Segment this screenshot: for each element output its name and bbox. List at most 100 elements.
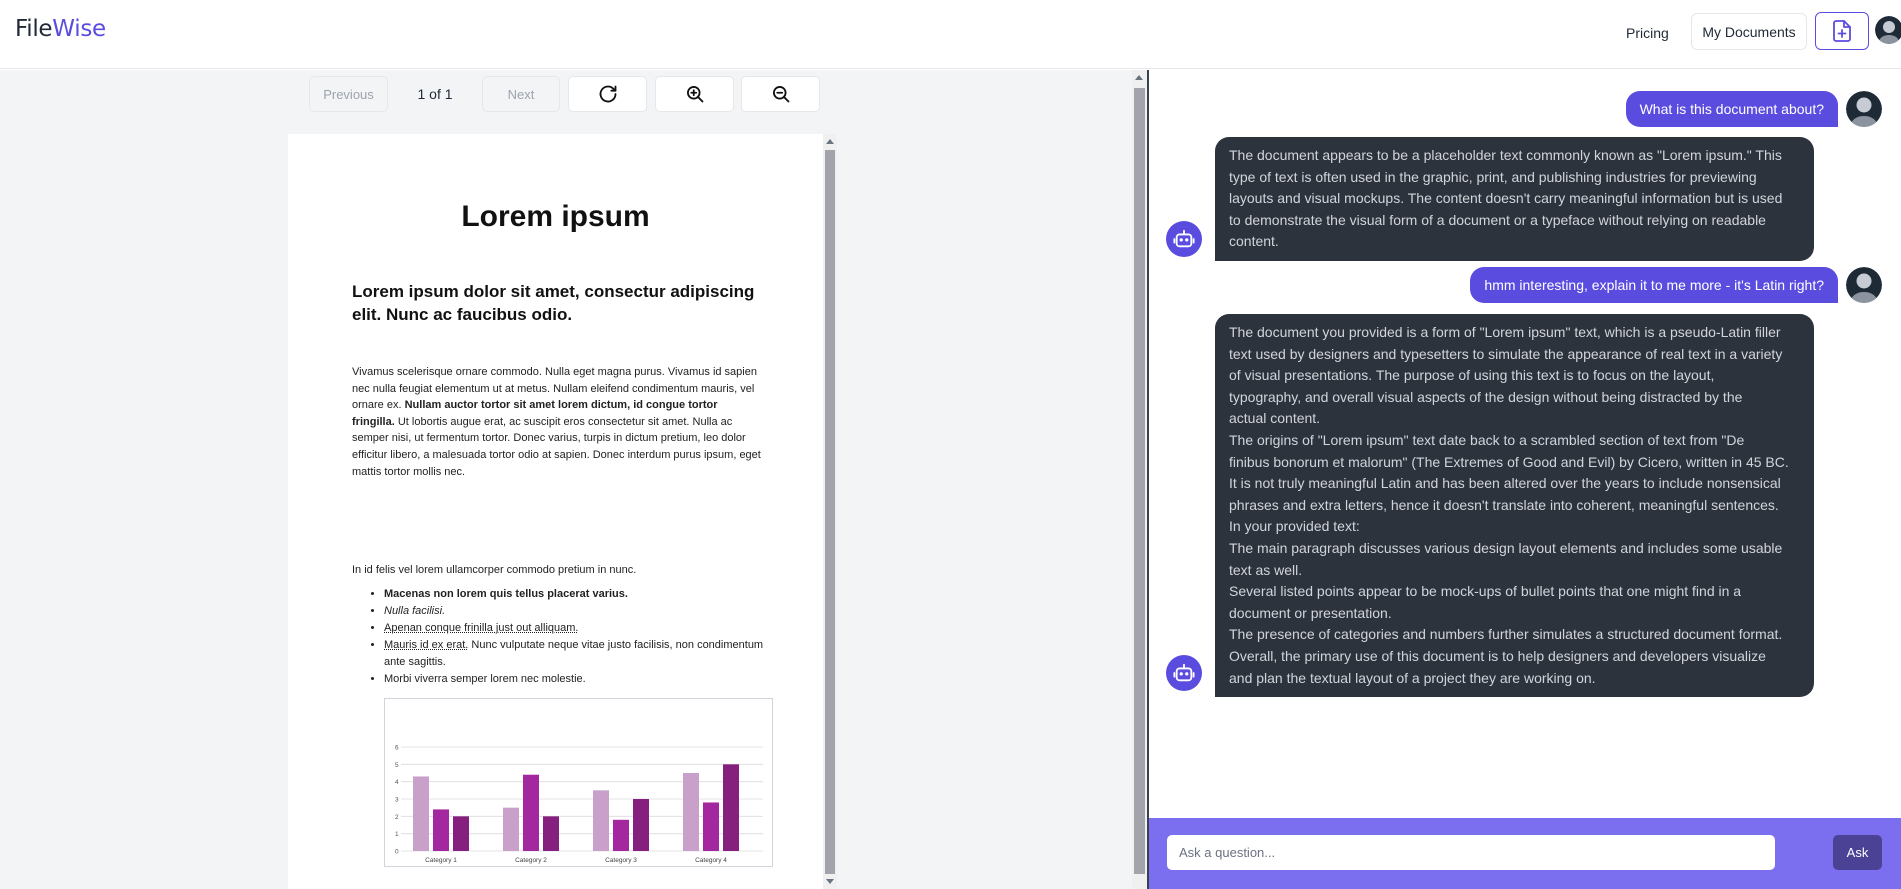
file-plus-icon xyxy=(1833,20,1851,42)
logo-text-file: File xyxy=(15,16,53,42)
chart-bar xyxy=(723,764,739,851)
document-viewer: Previous 1 of 1 Next Lorem ipsum Lorem i… xyxy=(0,70,1147,889)
bot-message-line: It is not truly meaningful Latin and has… xyxy=(1229,475,1781,492)
zoom-in-button[interactable] xyxy=(655,76,734,112)
list-item: Apenan conque frinilla just out alliquam… xyxy=(384,620,764,637)
chart-bar xyxy=(633,799,649,851)
chart-bar xyxy=(613,819,629,851)
list-item-text: Nulla facilisi. xyxy=(384,605,446,617)
chart-x-tick-label: Category 1 xyxy=(425,857,457,864)
scroll-up-arrow-icon[interactable] xyxy=(1135,75,1143,80)
bot-message-line: document or presentation. xyxy=(1229,604,1392,621)
chart-x-tick-label: Category 3 xyxy=(605,857,637,864)
bot-message-line: Overall, the primary use of this documen… xyxy=(1229,647,1766,664)
viewer-scrollbar[interactable] xyxy=(1132,70,1147,889)
list-item-text: Mauris id ex erat. xyxy=(384,639,469,651)
bot-message-line: type of text is often used in the graphi… xyxy=(1229,168,1757,185)
list-item-text: Morbi viverra semper lorem nec molestie. xyxy=(384,673,586,685)
refresh-button[interactable] xyxy=(568,76,647,112)
bot-message-line: The origins of "Lorem ipsum" text date b… xyxy=(1229,431,1745,448)
document-paragraph: Vivamus scelerisque ornare commodo. Null… xyxy=(352,364,762,480)
chart-bar xyxy=(503,807,519,851)
bar-chart: 0 1 2 3 4 5 6 Category 1 Category 2 Category 3 Cat… xyxy=(384,698,773,867)
bot-message: The document appears to be a placeholder… xyxy=(1215,137,1814,261)
ask-button[interactable]: Ask xyxy=(1833,835,1882,870)
document-subtitle: Lorem ipsum dolor sit amet, consectur ad… xyxy=(352,282,755,324)
paragraph-text: Ut lobortis augue erat, ac suscipit eros… xyxy=(352,415,761,478)
chart-y-tick-label: 2 xyxy=(395,814,399,821)
document-line: In id felis vel lorem ullamcorper commod… xyxy=(352,564,637,576)
user-message: hmm interesting, explain it to me more -… xyxy=(1470,267,1838,303)
previous-page-button[interactable]: Previous xyxy=(309,76,388,112)
document-title: Lorem ipsum xyxy=(461,200,650,233)
bot-message-line: layouts and visual mockups. The content … xyxy=(1229,190,1783,207)
chart-y-tick-label: 3 xyxy=(395,797,399,804)
list-item: Nulla facilisi. xyxy=(384,603,764,620)
bot-message-line: finibus bonorum et malorum" (The Extreme… xyxy=(1229,453,1789,470)
bot-message: The document you provided is a form of "… xyxy=(1215,314,1814,698)
chart-y-tick-label: 4 xyxy=(395,779,399,786)
list-item: Macenas non lorem quis tellus placerat v… xyxy=(384,586,764,603)
bot-message-line: The main paragraph discusses various des… xyxy=(1229,539,1783,556)
bot-message-line: The presence of categories and numbers f… xyxy=(1229,626,1783,643)
bot-message-line: to demonstrate the visual form of a docu… xyxy=(1229,211,1766,228)
bot-avatar xyxy=(1166,655,1202,691)
chart-bar xyxy=(703,802,719,851)
chart-y-tick-label: 1 xyxy=(395,831,399,838)
bot-message-line: typography, and overall visual aspects o… xyxy=(1229,388,1743,405)
my-documents-button[interactable]: My Documents xyxy=(1691,13,1807,50)
bot-message-line: The document you provided is a form of "… xyxy=(1229,324,1781,340)
page-scrollbar[interactable] xyxy=(823,134,837,889)
chat-panel: What is this document about? The documen… xyxy=(1149,70,1901,818)
chart-bar xyxy=(433,809,449,851)
next-page-button[interactable]: Next xyxy=(482,76,560,112)
viewer-scrollbar-thumb[interactable] xyxy=(1134,88,1145,874)
chart-bar xyxy=(593,790,609,851)
list-item-text: Macenas non lorem quis tellus placerat v… xyxy=(384,588,628,600)
user-message: What is this document about? xyxy=(1625,91,1838,127)
chart-bar xyxy=(453,816,469,851)
chart-bar xyxy=(683,773,699,851)
chart-bar xyxy=(413,776,429,851)
bot-message-line: of visual presentations. The purpose of … xyxy=(1229,367,1715,384)
question-bar: Ask xyxy=(1149,818,1901,889)
chart-bar xyxy=(543,816,559,851)
bot-message-line: The document appears to be a placeholder… xyxy=(1229,147,1782,163)
upload-document-button[interactable] xyxy=(1815,12,1869,50)
pricing-link[interactable]: Pricing xyxy=(1618,21,1677,45)
document-page: Lorem ipsum Lorem ipsum dolor sit amet, … xyxy=(288,134,823,889)
chart-x-tick-label: Category 4 xyxy=(695,857,727,864)
question-input[interactable] xyxy=(1167,835,1775,870)
user-avatar xyxy=(1846,91,1882,127)
user-avatar xyxy=(1846,267,1882,303)
page-scrollbar-thumb[interactable] xyxy=(825,150,835,874)
zoom-out-button[interactable] xyxy=(741,76,820,112)
list-item: Mauris id ex erat. Nunc vulputate neque … xyxy=(384,637,764,671)
scroll-up-arrow-icon[interactable] xyxy=(826,139,834,144)
bot-message-line: and plan the textual layout of a project… xyxy=(1229,669,1596,686)
scroll-down-arrow-icon[interactable] xyxy=(826,879,834,884)
zoom-in-icon xyxy=(686,86,703,103)
bot-avatar xyxy=(1166,221,1202,257)
bot-message-line: Several listed points appear to be mock-… xyxy=(1229,583,1742,600)
list-item: Morbi viverra semper lorem nec molestie. xyxy=(384,671,764,688)
user-avatar[interactable] xyxy=(1875,16,1901,44)
page-indicator: 1 of 1 xyxy=(417,86,453,102)
list-item-text: Apenan conque frinilla just out alliquam… xyxy=(384,622,579,634)
chart-y-tick-label: 5 xyxy=(395,762,399,769)
chart-x-tick-label: Category 2 xyxy=(515,857,547,864)
bot-message-line: phrases and extra letters, hence it does… xyxy=(1229,496,1779,513)
bot-message-line: content. xyxy=(1229,233,1279,250)
robot-icon xyxy=(1173,663,1195,682)
chart-y-tick-label: 0 xyxy=(395,849,399,856)
rotate-cw-icon xyxy=(599,85,616,103)
bar-chart-svg: 0 1 2 3 4 5 6 Category 1 Category 2 Category 3 Cat… xyxy=(395,745,763,864)
app-logo[interactable]: FileWise xyxy=(15,16,106,42)
zoom-out-icon xyxy=(772,86,789,103)
bot-message-line: In your provided text: xyxy=(1229,518,1360,535)
chart-y-tick-label: 6 xyxy=(395,745,399,752)
bot-message-line: text as well. xyxy=(1229,561,1303,578)
app-header: FileWise Pricing My Documents xyxy=(0,0,1901,69)
bot-message-line: actual content. xyxy=(1229,410,1321,427)
bot-message-line: text used by designers and typesetters t… xyxy=(1229,345,1783,362)
